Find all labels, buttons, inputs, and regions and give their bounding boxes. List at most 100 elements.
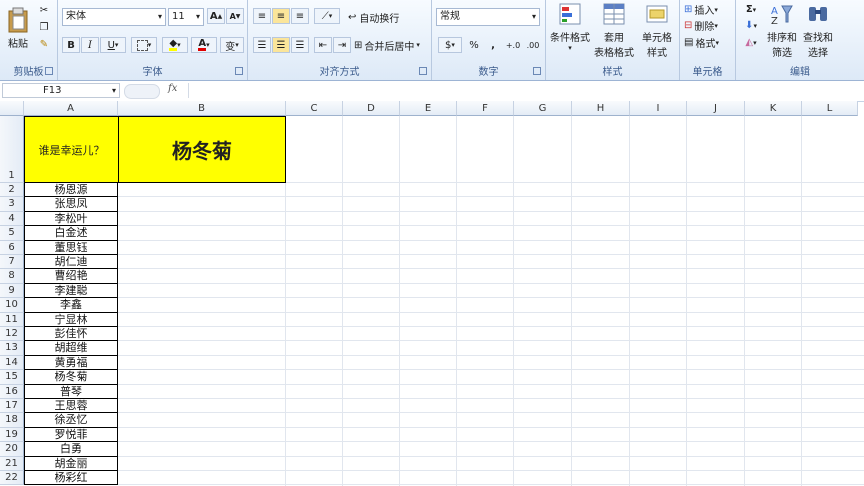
cell-a9[interactable]: 李建聪 (24, 283, 118, 299)
clear-button[interactable]: ◭ ▾ (740, 35, 762, 50)
cell-a6[interactable]: 董思钰 (24, 240, 118, 255)
column-header-e[interactable]: E (400, 101, 457, 116)
row-header-12[interactable]: 12 (0, 327, 24, 342)
row-header-7[interactable]: 7 (0, 255, 24, 270)
format-cells-button[interactable]: ▤ 格式 ▾ (684, 35, 734, 50)
cell-a3[interactable]: 张思凤 (24, 197, 118, 212)
align-bottom-button[interactable]: ≡ (291, 8, 309, 24)
conditional-format-button[interactable]: 条件格式 ▾ (548, 2, 592, 60)
row-header-13[interactable]: 13 (0, 341, 24, 356)
row-header-6[interactable]: 6 (0, 240, 24, 255)
cell-a12[interactable]: 彭佳怀 (24, 327, 118, 342)
column-header-a[interactable]: A (24, 101, 118, 116)
bold-button[interactable]: B (62, 37, 80, 53)
alignment-launcher-icon[interactable] (419, 67, 427, 75)
row-header-1[interactable]: 1 (0, 116, 24, 183)
decrease-decimal-button[interactable]: .00 (524, 37, 542, 53)
cell-a19[interactable]: 罗悦菲 (24, 427, 118, 443)
cell-a7[interactable]: 胡仁迪 (24, 255, 118, 270)
cell-a10[interactable]: 李鑫 (24, 298, 118, 313)
column-header-k[interactable]: K (745, 101, 802, 116)
autosum-button[interactable]: Σ ▾ (740, 2, 762, 17)
cell-a15[interactable]: 杨冬菊 (24, 370, 118, 385)
number-format-select[interactable]: 常规 ▾ (436, 8, 540, 26)
column-header-b[interactable]: B (118, 101, 286, 116)
align-right-button[interactable]: ☰ (291, 37, 309, 53)
comma-button[interactable]: , (485, 37, 501, 53)
align-top-button[interactable]: ≡ (253, 8, 271, 24)
column-header-d[interactable]: D (343, 101, 400, 116)
cell-a5[interactable]: 白金述 (24, 226, 118, 241)
formula-bar-divider-handle[interactable] (124, 84, 160, 99)
fill-button[interactable]: ⬇ ▾ (740, 18, 762, 33)
cell-a1[interactable]: 谁是幸运儿？ (24, 116, 118, 183)
wrap-text-button[interactable]: ↩ 自动换行 (348, 8, 418, 26)
row-header-2[interactable]: 2 (0, 183, 24, 198)
font-launcher-icon[interactable] (235, 67, 243, 75)
cell-a14[interactable]: 黄勇福 (24, 355, 118, 371)
italic-button[interactable]: I (81, 37, 99, 53)
clipboard-launcher-icon[interactable] (45, 67, 53, 75)
column-header-j[interactable]: J (687, 101, 745, 116)
decrease-indent-button[interactable]: ⇤ (314, 37, 332, 53)
row-header-15[interactable]: 15 (0, 370, 24, 385)
row-header-22[interactable]: 22 (0, 471, 24, 486)
increase-decimal-button[interactable]: +.0 (504, 37, 522, 53)
cell-a4[interactable]: 李松叶 (24, 211, 118, 227)
row-header-9[interactable]: 9 (0, 283, 24, 299)
cell-a13[interactable]: 胡超维 (24, 341, 118, 356)
cut-button[interactable]: ✂ (36, 3, 52, 17)
cell-a22[interactable]: 杨彩红 (24, 471, 118, 486)
row-header-3[interactable]: 3 (0, 197, 24, 212)
row-header-16[interactable]: 16 (0, 384, 24, 399)
align-left-button[interactable]: ☰ (253, 37, 271, 53)
column-header-i[interactable]: I (630, 101, 687, 116)
row-header-5[interactable]: 5 (0, 226, 24, 241)
font-size-select[interactable]: 11 ▾ (168, 8, 204, 26)
shrink-font-button[interactable]: A ▼ (226, 8, 244, 24)
column-header-l[interactable]: L (802, 101, 858, 116)
border-button[interactable]: ▾ (131, 37, 157, 53)
align-middle-button[interactable]: ≡ (272, 8, 290, 24)
row-header-18[interactable]: 18 (0, 413, 24, 428)
select-all-corner[interactable] (0, 101, 24, 116)
column-header-c[interactable]: C (286, 101, 343, 116)
increase-indent-button[interactable]: ⇥ (333, 37, 351, 53)
format-as-table-button[interactable]: 套用 表格格式 (592, 2, 636, 60)
merge-center-button[interactable]: ⊞ 合并后居中 ▾ (354, 36, 430, 54)
currency-button[interactable]: $ ▾ (438, 37, 462, 53)
insert-function-button[interactable]: fx (168, 83, 186, 98)
sort-filter-button[interactable]: AZ 排序和 筛选 (764, 2, 800, 60)
row-header-20[interactable]: 20 (0, 442, 24, 457)
insert-button[interactable]: ⊞ 插入 ▾ (684, 2, 734, 17)
column-header-h[interactable]: H (572, 101, 630, 116)
row-header-10[interactable]: 10 (0, 298, 24, 313)
find-select-button[interactable]: 查找和 选择 (800, 2, 836, 60)
format-painter-button[interactable]: ✎ (36, 37, 52, 51)
row-header-21[interactable]: 21 (0, 456, 24, 471)
cell-a18[interactable]: 徐丞忆 (24, 413, 118, 428)
row-header-8[interactable]: 8 (0, 269, 24, 284)
fill-color-button[interactable]: ◆ ▾ (162, 37, 188, 53)
underline-button[interactable]: U ▾ (100, 37, 126, 53)
orientation-button[interactable]: ⟋ ▾ (314, 8, 340, 24)
cell-a11[interactable]: 宁显林 (24, 312, 118, 327)
align-center-button[interactable]: ☰ (272, 37, 290, 53)
cell-b1[interactable]: 杨冬菊 (118, 116, 286, 183)
percent-button[interactable]: % (466, 37, 482, 53)
paste-button[interactable]: 粘贴 (3, 2, 33, 54)
row-header-19[interactable]: 19 (0, 427, 24, 443)
font-name-select[interactable]: 宋体 ▾ (62, 8, 166, 26)
delete-button[interactable]: ⊟ 删除 ▾ (684, 18, 734, 33)
cell-a8[interactable]: 曹绍艳 (24, 269, 118, 284)
name-box[interactable]: F13 ▾ (2, 83, 120, 98)
phonetic-button[interactable]: 变 ▾ (220, 37, 244, 53)
column-header-f[interactable]: F (457, 101, 514, 116)
row-header-11[interactable]: 11 (0, 312, 24, 327)
cell-a16[interactable]: 普琴 (24, 384, 118, 399)
cell-a21[interactable]: 胡金丽 (24, 456, 118, 471)
cell-a20[interactable]: 白勇 (24, 442, 118, 457)
cell-styles-button[interactable]: 单元格 样式 (636, 2, 678, 60)
row-header-4[interactable]: 4 (0, 211, 24, 227)
row-header-14[interactable]: 14 (0, 355, 24, 371)
